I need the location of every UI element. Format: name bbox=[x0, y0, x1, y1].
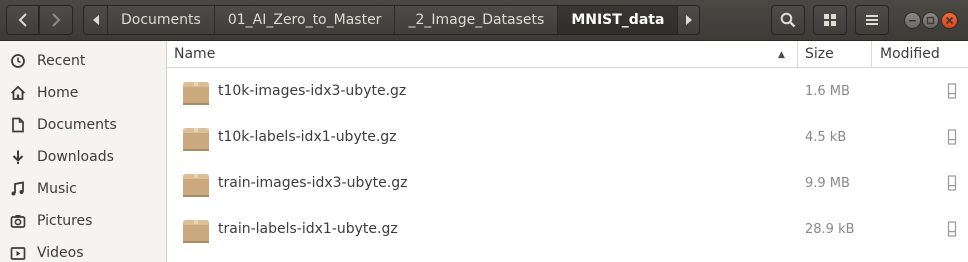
column-header-label: Name bbox=[174, 46, 216, 62]
minimize-button[interactable] bbox=[904, 12, 921, 29]
search-button[interactable] bbox=[771, 5, 805, 35]
sidebar-item-label: Videos bbox=[37, 245, 84, 261]
sidebar-item-videos[interactable]: Videos bbox=[0, 237, 166, 262]
column-header-name[interactable]: Name ▲ bbox=[167, 41, 798, 68]
breadcrumb-item[interactable]: 01_AI_Zero_to_Master bbox=[213, 6, 395, 34]
sidebar-item-music[interactable]: Music bbox=[0, 173, 166, 205]
breadcrumb-current-item[interactable]: MNIST_data bbox=[557, 6, 678, 34]
music-icon bbox=[10, 181, 26, 197]
file-name: t10k-images-idx3-ubyte.gz bbox=[218, 83, 407, 99]
back-button[interactable] bbox=[6, 5, 39, 35]
file-size: 1.6 MB bbox=[805, 84, 850, 99]
grid-view-icon bbox=[824, 14, 836, 26]
star-outline-icon[interactable] bbox=[947, 174, 957, 192]
triangle-left-icon bbox=[92, 15, 99, 25]
file-name: t10k-labels-idx1-ubyte.gz bbox=[218, 129, 397, 145]
breadcrumb-scroll-left-button[interactable] bbox=[84, 6, 107, 34]
file-size: 4.5 kB bbox=[805, 130, 847, 145]
document-icon bbox=[10, 117, 26, 133]
sidebar-item-documents[interactable]: Documents bbox=[0, 109, 166, 141]
breadcrumb: Documents 01_AI_Zero_to_Master _2_Image_… bbox=[83, 5, 701, 35]
file-name: train-labels-idx1-ubyte.gz bbox=[218, 221, 398, 237]
file-row[interactable]: t10k-images-idx3-ubyte.gz 1.6 MB bbox=[167, 69, 968, 115]
sidebar-item-recent[interactable]: Recent bbox=[0, 45, 166, 77]
sidebar-item-label: Recent bbox=[37, 53, 86, 69]
video-icon bbox=[10, 245, 26, 261]
maximize-button[interactable] bbox=[922, 12, 939, 29]
sidebar-item-label: Documents bbox=[37, 117, 117, 133]
archive-icon bbox=[183, 220, 209, 243]
file-size: 9.9 MB bbox=[805, 176, 850, 191]
sidebar-item-home[interactable]: Home bbox=[0, 77, 166, 109]
close-icon bbox=[945, 16, 954, 25]
file-name: train-images-idx3-ubyte.gz bbox=[218, 175, 408, 191]
star-outline-icon[interactable] bbox=[947, 82, 957, 100]
chevron-right-icon bbox=[52, 13, 61, 27]
forward-button[interactable] bbox=[39, 5, 73, 35]
sidebar-item-label: Home bbox=[37, 85, 79, 101]
sidebar-item-label: Downloads bbox=[37, 149, 114, 165]
column-header-size[interactable]: Size bbox=[798, 41, 872, 68]
sidebar-item-label: Music bbox=[37, 181, 77, 197]
chevron-left-icon bbox=[18, 13, 27, 27]
file-size: 28.9 kB bbox=[805, 222, 855, 237]
home-icon bbox=[10, 85, 26, 101]
breadcrumb-scroll-right-button[interactable] bbox=[677, 6, 700, 34]
column-header-label: Size bbox=[805, 46, 834, 62]
breadcrumb-item[interactable]: _2_Image_Datasets bbox=[394, 6, 558, 34]
sidebar-item-pictures[interactable]: Pictures bbox=[0, 205, 166, 237]
archive-icon bbox=[183, 82, 209, 105]
file-row[interactable]: train-images-idx3-ubyte.gz 9.9 MB bbox=[167, 161, 968, 207]
places-sidebar: Recent Home Documents Downloads Music Pi… bbox=[0, 41, 167, 262]
menu-button[interactable] bbox=[855, 5, 889, 35]
clock-icon bbox=[10, 53, 26, 69]
hamburger-menu-icon bbox=[866, 15, 878, 25]
sort-ascending-icon: ▲ bbox=[778, 50, 785, 60]
download-icon bbox=[10, 149, 26, 165]
file-list: Name ▲ Size Modified t10k-images-idx3-ub… bbox=[167, 41, 968, 262]
triangle-right-icon bbox=[685, 15, 692, 25]
camera-icon bbox=[10, 213, 26, 229]
star-outline-icon[interactable] bbox=[947, 220, 957, 238]
star-outline-icon[interactable] bbox=[947, 128, 957, 146]
archive-icon bbox=[183, 128, 209, 151]
file-row[interactable]: train-labels-idx1-ubyte.gz 28.9 kB bbox=[167, 207, 968, 253]
file-row[interactable]: t10k-labels-idx1-ubyte.gz 4.5 kB bbox=[167, 115, 968, 161]
maximize-icon bbox=[926, 16, 935, 25]
search-icon bbox=[780, 12, 796, 28]
minimize-icon bbox=[909, 20, 916, 22]
sidebar-item-label: Pictures bbox=[37, 213, 93, 229]
close-button[interactable] bbox=[941, 12, 958, 29]
column-header-label: Modified bbox=[880, 46, 940, 62]
header-bar: Documents 01_AI_Zero_to_Master _2_Image_… bbox=[0, 0, 968, 41]
sidebar-item-downloads[interactable]: Downloads bbox=[0, 141, 166, 173]
column-header-modified[interactable]: Modified bbox=[872, 41, 968, 68]
archive-icon bbox=[183, 174, 209, 197]
view-mode-button[interactable] bbox=[813, 5, 847, 35]
breadcrumb-item[interactable]: Documents bbox=[107, 6, 214, 34]
